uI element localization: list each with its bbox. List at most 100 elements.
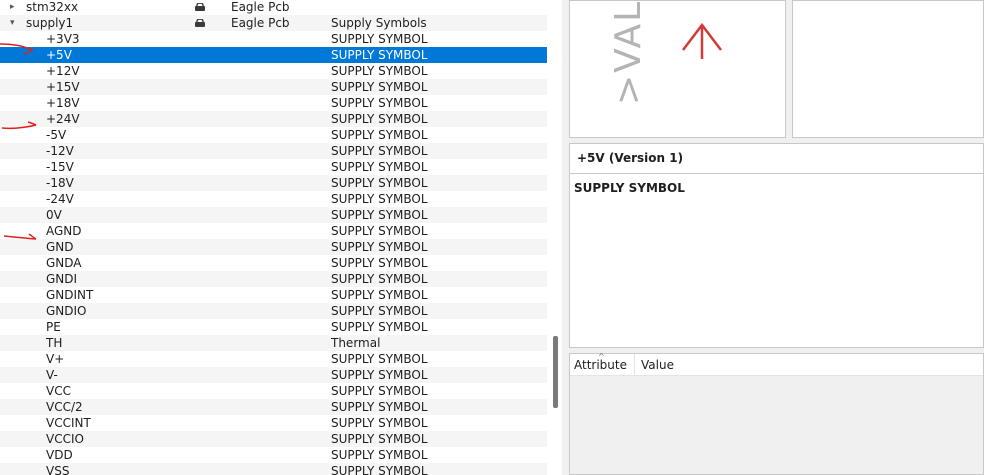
row-description: SUPPLY SYMBOL	[331, 288, 428, 302]
device-name: V+	[46, 352, 65, 366]
description-title: +5V (Version 1)	[577, 151, 684, 165]
device-row[interactable]: VCCIO SUPPLY SYMBOL	[0, 431, 547, 447]
device-row[interactable]: VDD SUPPLY SYMBOL	[0, 447, 547, 463]
device-row[interactable]: +18V SUPPLY SYMBOL	[0, 95, 547, 111]
row-description: SUPPLY SYMBOL	[331, 64, 428, 78]
device-row[interactable]: GNDINT SUPPLY SYMBOL	[0, 287, 547, 303]
library-row[interactable]: ▸ stm32xx Eagle Pcb	[0, 0, 547, 15]
row-description: SUPPLY SYMBOL	[331, 240, 428, 254]
lock-icon	[195, 3, 205, 11]
device-name: GNDI	[46, 272, 78, 286]
panel-splitter[interactable]	[562, 0, 568, 475]
device-name: GNDINT	[46, 288, 94, 302]
expand-arrow-icon[interactable]: ▸	[10, 0, 15, 15]
library-name: stm32xx	[26, 0, 79, 14]
row-description: SUPPLY SYMBOL	[331, 144, 428, 158]
device-name: VCC	[46, 384, 71, 398]
description-body: SUPPLY SYMBOL	[574, 181, 685, 195]
device-row[interactable]: TH Thermal	[0, 335, 547, 351]
annotation-arrow	[1, 121, 37, 130]
tree-scrollbar-thumb[interactable]	[553, 336, 558, 408]
annotation-arrow	[3, 233, 37, 240]
device-name: -18V	[46, 176, 74, 190]
description-divider	[570, 173, 983, 174]
library-type: Eagle Pcb	[231, 0, 290, 14]
row-description: SUPPLY SYMBOL	[331, 176, 428, 190]
lock-icon	[195, 19, 205, 27]
device-row[interactable]: 0V SUPPLY SYMBOL	[0, 207, 547, 223]
row-description: SUPPLY SYMBOL	[331, 352, 428, 366]
device-name: VCC/2	[46, 400, 83, 414]
device-name: +12V	[46, 64, 80, 78]
device-name: TH	[46, 336, 63, 350]
device-name: -12V	[46, 144, 74, 158]
row-description: SUPPLY SYMBOL	[331, 96, 428, 110]
device-name: +5V	[46, 48, 72, 62]
device-name: VDD	[46, 448, 73, 462]
device-row[interactable]: GNDIO SUPPLY SYMBOL	[0, 303, 547, 319]
device-name: 0V	[46, 208, 62, 222]
device-row[interactable]: V- SUPPLY SYMBOL	[0, 367, 547, 383]
row-description: SUPPLY SYMBOL	[331, 384, 428, 398]
device-name: GNDA	[46, 256, 82, 270]
row-description: SUPPLY SYMBOL	[331, 48, 428, 62]
value-column-header[interactable]: Value	[641, 358, 674, 372]
device-row[interactable]: -12V SUPPLY SYMBOL	[0, 143, 547, 159]
device-row[interactable]: VCCINT SUPPLY SYMBOL	[0, 415, 547, 431]
library-row[interactable]: ▾ supply1 Eagle Pcb Supply Symbols	[0, 15, 547, 31]
device-name: -24V	[46, 192, 74, 206]
device-name: VSS	[46, 464, 70, 475]
device-row[interactable]: V+ SUPPLY SYMBOL	[0, 351, 547, 367]
device-name: GNDIO	[46, 304, 87, 318]
row-description: SUPPLY SYMBOL	[331, 192, 428, 206]
row-description: SUPPLY SYMBOL	[331, 464, 428, 475]
device-row[interactable]: GNDA SUPPLY SYMBOL	[0, 255, 547, 271]
row-description: SUPPLY SYMBOL	[331, 32, 428, 46]
symbol-preview: >VALUE	[569, 0, 786, 138]
row-description: SUPPLY SYMBOL	[331, 368, 428, 382]
device-row[interactable]: GNDI SUPPLY SYMBOL	[0, 271, 547, 287]
device-name: +3V3	[46, 32, 80, 46]
device-row[interactable]: +12V SUPPLY SYMBOL	[0, 63, 547, 79]
device-row[interactable]: -18V SUPPLY SYMBOL	[0, 175, 547, 191]
device-row[interactable]: +15V SUPPLY SYMBOL	[0, 79, 547, 95]
device-row[interactable]: -5V SUPPLY SYMBOL	[0, 127, 547, 143]
device-row[interactable]: VSS SUPPLY SYMBOL	[0, 463, 547, 475]
description-panel: +5V (Version 1) SUPPLY SYMBOL	[569, 143, 984, 348]
attribute-table-header: Attribute ^ Value	[570, 352, 983, 376]
device-name: V-	[46, 368, 58, 382]
device-name: GND	[46, 240, 74, 254]
device-row[interactable]: +5V SUPPLY SYMBOL	[0, 47, 547, 63]
row-description: SUPPLY SYMBOL	[331, 128, 428, 142]
column-separator[interactable]	[634, 354, 635, 376]
device-row[interactable]: AGND SUPPLY SYMBOL	[0, 223, 547, 239]
row-description: SUPPLY SYMBOL	[331, 416, 428, 430]
symbol-value-label: >VALUE	[608, 0, 649, 105]
row-description: SUPPLY SYMBOL	[331, 112, 428, 126]
row-description: SUPPLY SYMBOL	[331, 432, 428, 446]
row-description: SUPPLY SYMBOL	[331, 256, 428, 270]
row-description: SUPPLY SYMBOL	[331, 208, 428, 222]
device-row[interactable]: -24V SUPPLY SYMBOL	[0, 191, 547, 207]
device-row[interactable]: PE SUPPLY SYMBOL	[0, 319, 547, 335]
supply-arrow-symbol	[682, 22, 722, 59]
device-row[interactable]: +24V SUPPLY SYMBOL	[0, 111, 547, 127]
row-description: SUPPLY SYMBOL	[331, 272, 428, 286]
attribute-panel: Attribute ^ Value	[569, 352, 984, 475]
device-name: AGND	[46, 224, 82, 238]
collapse-arrow-icon[interactable]: ▾	[10, 15, 15, 31]
device-name: VCCINT	[46, 416, 91, 430]
device-name: +15V	[46, 80, 80, 94]
device-row[interactable]: +3V3 SUPPLY SYMBOL	[0, 31, 547, 47]
row-description: SUPPLY SYMBOL	[331, 400, 428, 414]
row-description: SUPPLY SYMBOL	[331, 304, 428, 318]
device-row[interactable]: VCC/2 SUPPLY SYMBOL	[0, 399, 547, 415]
device-name: -15V	[46, 160, 74, 174]
device-row[interactable]: GND SUPPLY SYMBOL	[0, 239, 547, 255]
device-row[interactable]: VCC SUPPLY SYMBOL	[0, 383, 547, 399]
library-tree[interactable]: ▸ stm32xx Eagle Pcb ▾ supply1 Eagle Pcb Supply…	[0, 0, 562, 475]
library-name: supply1	[26, 16, 74, 30]
row-description: SUPPLY SYMBOL	[331, 320, 428, 334]
device-row[interactable]: -15V SUPPLY SYMBOL	[0, 159, 547, 175]
device-name: +18V	[46, 96, 80, 110]
